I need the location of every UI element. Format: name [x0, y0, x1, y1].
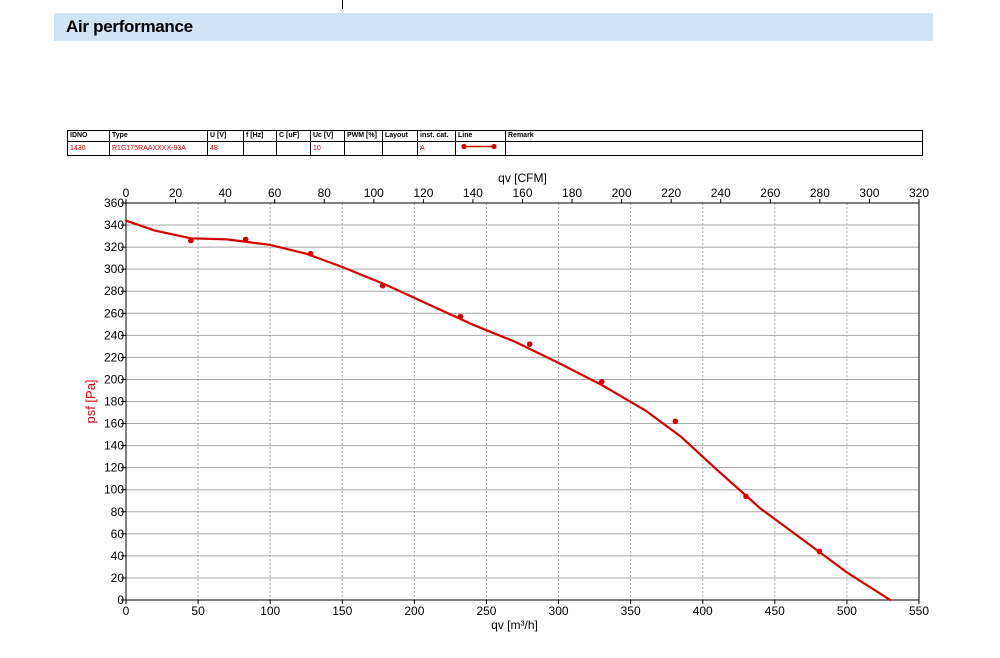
legend-cell-type: R1G175RAAXXXX-93A — [109, 141, 208, 156]
legend-cell-frequency — [243, 141, 277, 156]
y-axis-title: psf [Pa] — [83, 379, 98, 423]
data-point — [672, 418, 679, 425]
x2-tick-label: 280 — [810, 186, 830, 200]
x2-tick-label: 40 — [218, 186, 232, 200]
x2-tick-label: 240 — [711, 186, 731, 200]
legend-header-voltage: U [V] — [207, 130, 244, 142]
legend-header-remark: Remark — [505, 130, 923, 142]
data-point — [599, 378, 605, 385]
x2-tick-label: 120 — [413, 186, 433, 200]
x2-tick-label: 160 — [512, 186, 532, 200]
legend-header-frequency: f [Hz] — [243, 130, 277, 142]
x2-tick-label: 0 — [123, 186, 130, 200]
x2-tick-label: 300 — [859, 186, 879, 200]
y-tick-label: 340 — [104, 218, 124, 232]
x2-tick-label: 260 — [760, 186, 780, 200]
x2-tick-label: 20 — [169, 186, 183, 200]
x2-tick-label: 140 — [463, 186, 483, 200]
y-tick-label: 300 — [104, 262, 124, 276]
y-tick-label: 40 — [111, 549, 125, 563]
legend-header-capacitance: C [uF] — [276, 130, 311, 142]
legend-cell-remark — [505, 141, 923, 156]
x-tick-label: 400 — [693, 604, 713, 618]
legend-cell-idno: 1430 — [67, 141, 110, 156]
y-tick-label: 100 — [104, 483, 124, 497]
legend-table: IDNO Type U [V] f [Hz] C [uF] Uc [V] PWM… — [67, 130, 923, 156]
x2-tick-label: 80 — [318, 186, 332, 200]
y-tick-label: 200 — [104, 372, 124, 386]
legend-header-layout: Layout — [382, 130, 418, 142]
y-tick-label: 180 — [104, 395, 124, 409]
y-tick-label: 360 — [104, 196, 124, 210]
legend-cell-inst-cat: A — [417, 141, 456, 156]
x-tick-label: 100 — [260, 604, 280, 618]
y-tick-label: 240 — [104, 328, 124, 342]
x2-tick-label: 100 — [364, 186, 384, 200]
legend-cell-pwm — [344, 141, 383, 156]
x2-tick-label: 320 — [909, 186, 929, 200]
data-point — [242, 236, 249, 243]
data-point — [307, 250, 314, 257]
legend-header-control-voltage: Uc [V] — [310, 130, 345, 142]
y-tick-label: 260 — [104, 306, 124, 320]
legend-line-swatch-icon — [461, 143, 497, 150]
x2-tick-label: 60 — [268, 186, 282, 200]
x-tick-label: 250 — [476, 604, 496, 618]
x-tick-label: 450 — [765, 604, 785, 618]
x-tick-label: 150 — [332, 604, 352, 618]
x-tick-label: 200 — [404, 604, 424, 618]
x-tick-label: 300 — [549, 604, 569, 618]
y-tick-label: 140 — [104, 439, 124, 453]
x2-tick-label: 200 — [612, 186, 632, 200]
legend-header-type: Type — [109, 130, 208, 142]
y-tick-label: 60 — [111, 527, 125, 541]
legend-data-row: 1430 R1G175RAAXXXX-93A 48 10 A — [67, 141, 923, 156]
data-point — [188, 237, 194, 244]
top-tick-mark — [342, 0, 343, 9]
section-header: Air performance — [54, 13, 933, 41]
y-tick-label: 20 — [111, 571, 125, 585]
legend-swatch-marker — [461, 143, 467, 150]
legend-header-inst-cat: inst. cat. — [417, 130, 456, 142]
x-axis-title: qv [m³/h] — [491, 618, 538, 632]
legend-header-row: IDNO Type U [V] f [Hz] C [uF] Uc [V] PWM… — [67, 130, 923, 142]
x-tick-label: 500 — [837, 604, 857, 618]
legend-header-idno: IDNO — [67, 130, 110, 142]
y-tick-label: 220 — [104, 350, 124, 364]
legend-cell-control-voltage: 10 — [310, 141, 345, 156]
legend-header-line: Line — [455, 130, 506, 142]
legend-cell-line — [455, 141, 506, 156]
data-point — [526, 341, 533, 347]
legend-header-pwm: PWM [%] — [344, 130, 383, 142]
y-tick-label: 280 — [104, 284, 124, 298]
data-point — [457, 313, 464, 320]
x-tick-label: 350 — [621, 604, 641, 618]
legend-cell-layout — [382, 141, 418, 156]
data-point — [816, 548, 823, 555]
y-tick-label: 120 — [104, 461, 124, 475]
y-tick-label: 320 — [104, 240, 124, 254]
x-tick-label: 550 — [909, 604, 929, 618]
legend-swatch-marker — [491, 143, 497, 150]
legend-cell-capacitance — [276, 141, 311, 156]
x2-tick-label: 180 — [562, 186, 582, 200]
x-tick-label: 50 — [191, 604, 205, 618]
data-point — [743, 493, 749, 500]
x2-axis-title: qv [CFM] — [498, 171, 547, 185]
y-tick-label: 160 — [104, 417, 124, 431]
data-point — [379, 282, 386, 289]
legend-cell-voltage: 48 — [207, 141, 244, 156]
air-performance-chart: 0204060801001201401601802002202402602803… — [83, 171, 929, 632]
grid-layer — [126, 203, 919, 600]
x2-tick-label: 220 — [661, 186, 681, 200]
page-title: Air performance — [66, 17, 193, 36]
x-tick-label: 0 — [123, 604, 130, 618]
y-tick-label: 80 — [111, 505, 125, 519]
